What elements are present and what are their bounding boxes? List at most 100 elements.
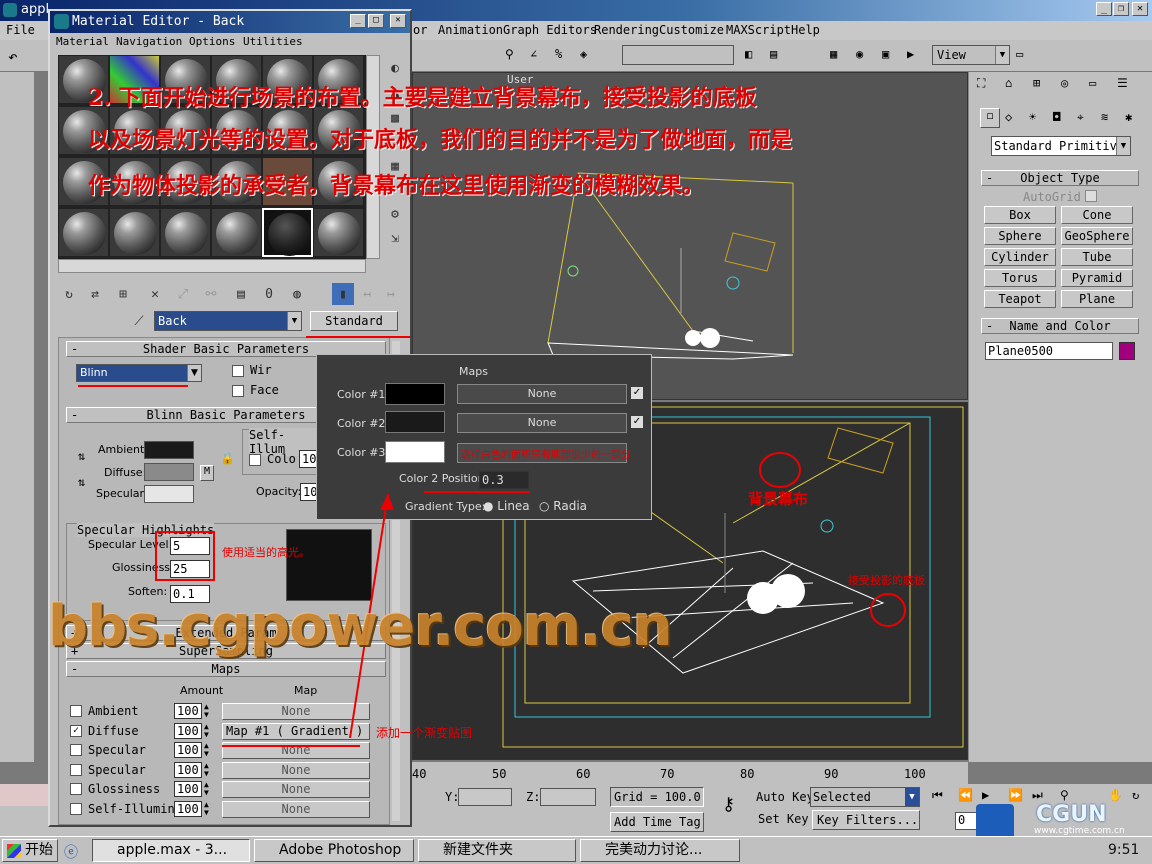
color2-map-toggle[interactable]: ✓ [631,416,643,428]
auto-key-button[interactable]: Auto Key [756,790,814,804]
cone-button[interactable]: Cone [1061,206,1133,224]
map-amount-field[interactable]: 100 [174,781,202,798]
quicklaunch-ie-icon[interactable]: ⓔ [64,842,78,862]
color1-swatch[interactable] [385,383,445,405]
align-icon[interactable]: ▤ [770,47,777,61]
pan-icon[interactable]: ✋ [1108,788,1123,802]
teapot-button[interactable]: Teapot [984,290,1056,308]
ambient-swatch[interactable] [144,441,194,459]
glossiness-field[interactable]: 25 [170,560,210,578]
material-editor-icon[interactable]: ◉ [856,47,863,61]
lights-category-icon[interactable]: ☀ [1029,110,1036,124]
map-amount-spinner[interactable]: ▲ ▼ [204,703,209,719]
menu-rendering[interactable]: Rendering [594,21,659,40]
go-to-parent-icon[interactable]: ↤ [356,283,378,305]
play-icon[interactable]: ▶ [982,788,989,802]
quick-render-icon[interactable]: ▶ [907,47,914,61]
lock-icon[interactable]: 🔒 [220,451,235,465]
spacewarps-category-icon[interactable]: ≋ [1101,110,1108,124]
self-illum-color-checkbox[interactable]: Colo [249,452,296,466]
display-tab-icon[interactable]: ▭ [1089,76,1096,90]
face-checkbox[interactable]: Face [232,383,279,397]
color2-map-button[interactable]: None [457,413,627,433]
map-enable-checkbox[interactable] [70,763,82,776]
map-amount-field[interactable]: 100 [174,722,202,739]
systems-category-icon[interactable]: ✱ [1125,110,1132,124]
cylinder-button[interactable]: Cylinder [984,248,1056,266]
map-button[interactable]: None [222,761,370,779]
color1-map-toggle[interactable]: ✓ [631,387,643,399]
map-button[interactable]: None [222,801,370,818]
restore-button[interactable]: ❐ [1113,2,1129,16]
me-maximize-button[interactable]: □ [368,14,384,28]
map-amount-spinner[interactable]: ▲ ▼ [204,781,209,797]
torus-button[interactable]: Torus [984,269,1056,287]
sample-slot[interactable] [211,208,262,257]
pyramid-button[interactable]: Pyramid [1061,269,1133,287]
map-amount-field[interactable]: 100 [174,801,202,817]
key-icon[interactable]: ⚷ [722,794,735,815]
material-name-field[interactable]: Back ▼ [154,311,302,331]
material-navigator-icon[interactable]: ⇲ [384,227,406,249]
me-close-button[interactable]: ✕ [390,14,406,28]
map-button[interactable]: None [222,781,370,799]
map-amount-spinner[interactable]: ▲ ▼ [204,801,209,817]
map-button[interactable]: Map #1 ( Gradient ) [222,722,370,740]
modify-tab-icon[interactable]: ⌂ [1005,76,1012,90]
selected-dropdown[interactable]: Selected ▼ [810,787,920,807]
me-minimize-button[interactable]: _ [350,14,366,28]
sample-type-icon[interactable]: ◐ [384,57,406,79]
sample-slot[interactable] [160,208,211,257]
specular-level-field[interactable]: 5 [170,537,210,555]
unique-icon[interactable]: ⚯ [200,283,222,305]
me-menu-material[interactable]: Material [56,33,109,51]
sphere-button[interactable]: Sphere [984,227,1056,245]
sample-slot[interactable] [58,208,109,257]
map-button[interactable]: None [222,703,370,720]
show-end-result-icon[interactable]: ▮ [332,283,354,305]
geometry-category-icon[interactable]: ◻ [980,108,1000,128]
taskbar-item-photoshop[interactable]: Adobe Photoshop [254,839,414,862]
box-button[interactable]: Box [984,206,1056,224]
map-amount-spinner[interactable]: ▲ ▼ [204,742,209,758]
put-library-icon[interactable]: ▤ [230,283,252,305]
hierarchy-tab-icon[interactable]: ⊞ [1033,76,1040,90]
specular-swatch[interactable] [144,485,194,503]
menu-maxscript[interactable]: MAXScript [726,21,791,40]
slots-hscroll[interactable] [58,259,366,273]
goto-end-icon[interactable]: ⏭ [1032,788,1043,803]
material-effects-channel-icon[interactable]: 0 [258,283,280,305]
tube-button[interactable]: Tube [1061,248,1133,266]
sample-slot-active[interactable] [262,208,313,257]
map-amount-field[interactable]: 100 [174,761,202,778]
create-tab-icon[interactable]: ⛶ [977,76,985,91]
render-scene-icon[interactable]: ▣ [882,47,889,61]
map-enable-checkbox[interactable] [70,705,82,717]
shader-dropdown[interactable]: Blinn ▼ [76,364,202,382]
sample-slot[interactable] [313,208,364,257]
mirror-icon[interactable]: ◧ [745,47,752,61]
color2-position-field[interactable]: 0.3 [479,471,529,489]
minimize-button[interactable]: _ [1096,2,1112,16]
object-type-rollout[interactable]: - Object Type [981,170,1139,186]
menu-animation[interactable]: Animation [438,21,503,40]
named-selection-dropdown[interactable] [622,45,734,65]
object-color-swatch[interactable] [1119,342,1135,360]
material-type-button[interactable]: Standard [310,311,398,331]
pick-material-icon[interactable]: ⟋ [128,310,150,332]
menu-file[interactable]: File [6,21,35,40]
lock-ambient-diffuse-icon[interactable]: ⇅ [78,449,85,463]
assign-material-icon[interactable]: ⊞ [112,283,134,305]
name-color-rollout[interactable]: - Name and Color [981,318,1139,334]
time-ruler[interactable]: 40 50 60 70 80 90 100 [412,762,968,784]
render-last-icon[interactable]: ▭ [1016,47,1023,61]
map-button[interactable]: None [222,742,370,760]
coord-y-field[interactable] [458,788,512,806]
map-enable-checkbox[interactable]: ✓ [70,724,82,737]
plane-button[interactable]: Plane [1061,290,1133,308]
taskbar-item-forum[interactable]: 完美动力讨论... [580,839,740,862]
menu-or[interactable]: or [413,21,427,40]
show-map-icon[interactable]: ◍ [286,283,308,305]
map-enable-checkbox[interactable] [70,783,82,796]
arc-rotate-icon[interactable]: ↻ [1132,788,1139,802]
